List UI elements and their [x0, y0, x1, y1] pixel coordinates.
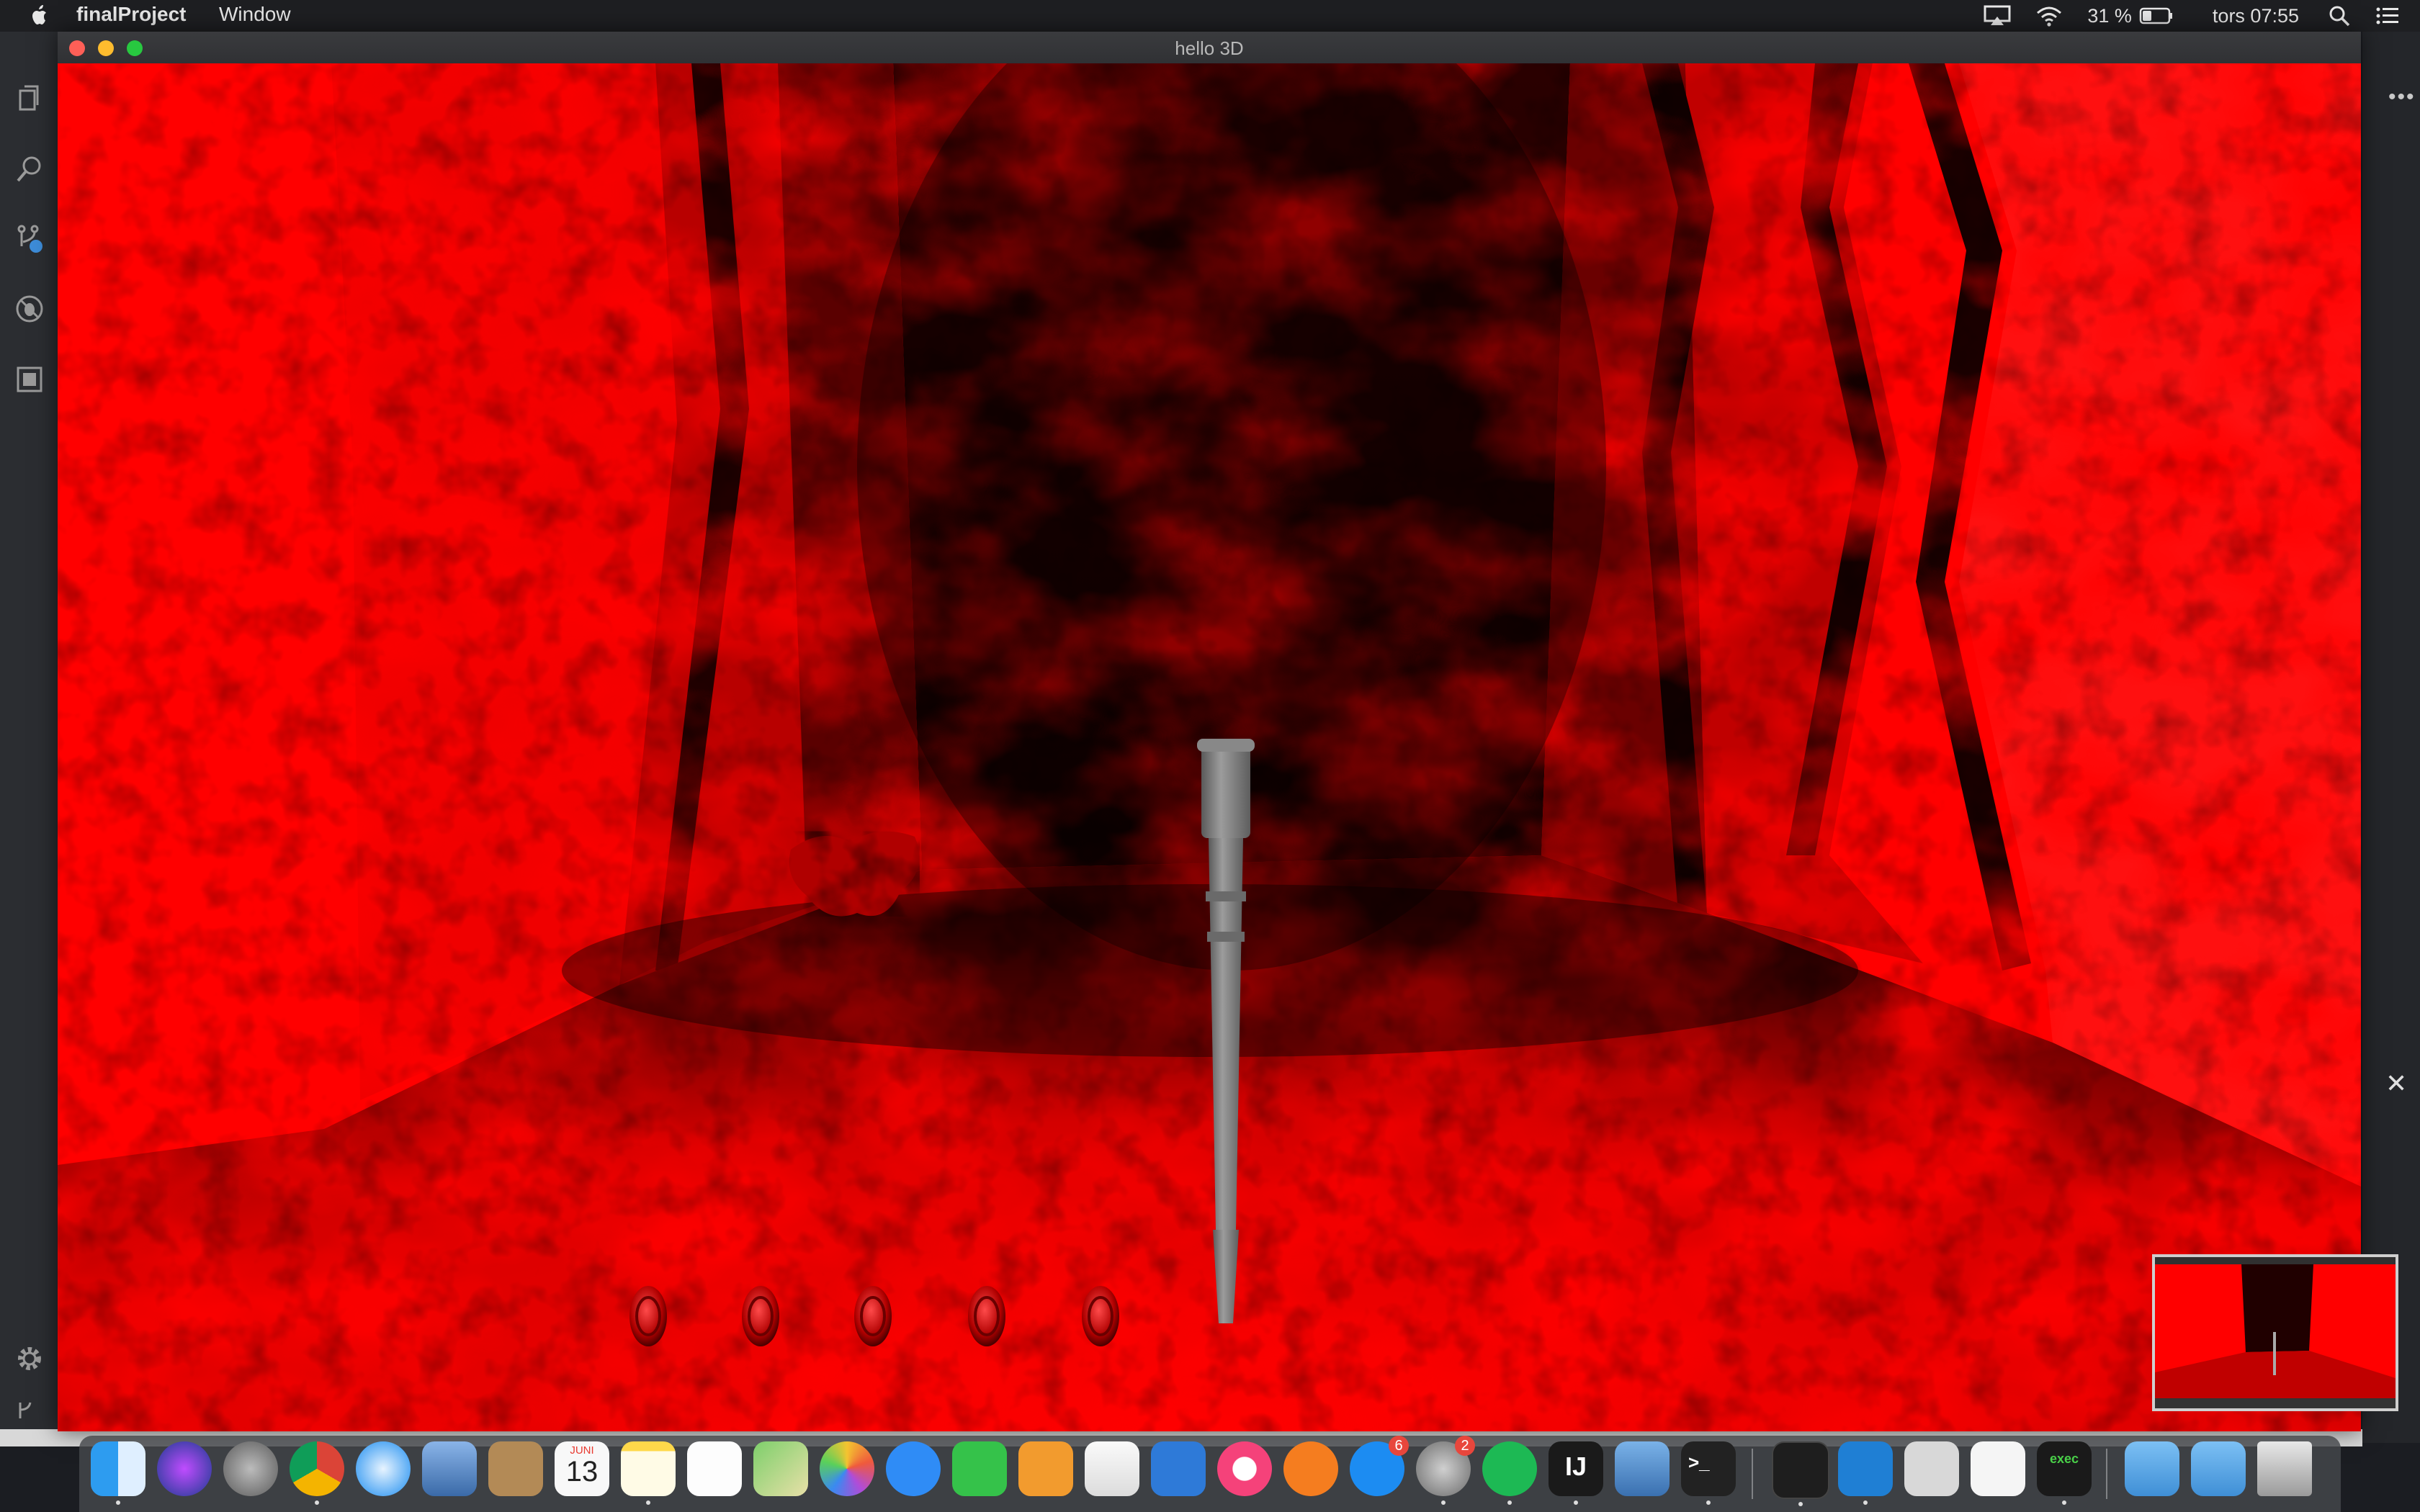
exec-icon[interactable]: exec: [2037, 1441, 2092, 1505]
window-title: hello 3D: [1175, 37, 1244, 59]
window-titlebar[interactable]: hello 3D: [58, 32, 2361, 64]
search-icon[interactable]: [14, 154, 45, 184]
exec-label: exec: [2049, 1452, 2079, 1466]
intellij-label: IJ: [1564, 1452, 1587, 1481]
activity-monitor-icon[interactable]: [1772, 1441, 1829, 1506]
dock: JUNI 13 6 2 IJ >_ exec: [79, 1436, 2341, 1512]
trash-icon[interactable]: [2257, 1441, 2312, 1496]
applications-folder-icon[interactable]: [2191, 1441, 2246, 1496]
spotify-icon[interactable]: [1482, 1441, 1537, 1505]
textedit-icon[interactable]: [1971, 1441, 2025, 1496]
editor-activity-bar: [0, 32, 58, 1443]
health-orb: [742, 1286, 779, 1346]
facetime-icon[interactable]: [952, 1441, 1007, 1496]
debug-icon[interactable]: [14, 294, 45, 324]
health-orb: [629, 1286, 667, 1346]
airplay-icon[interactable]: [1984, 5, 2011, 27]
numbers-icon[interactable]: [1085, 1441, 1139, 1496]
health-orb: [854, 1286, 892, 1346]
settings-gear-icon[interactable]: [14, 1344, 45, 1374]
game-window: hello 3D: [58, 32, 2361, 1431]
battery-icon[interactable]: [2139, 6, 2174, 25]
game-viewport[interactable]: [58, 63, 2361, 1431]
window-menu[interactable]: Window: [219, 3, 291, 26]
calculator-icon[interactable]: [1904, 1441, 1959, 1496]
wifi-icon[interactable]: [2035, 5, 2063, 27]
dock-separator: [2106, 1449, 2107, 1499]
calendar-month: JUNI: [570, 1444, 594, 1457]
reminders-icon[interactable]: [687, 1441, 742, 1496]
photos-icon[interactable]: [820, 1441, 874, 1496]
maps-icon[interactable]: [753, 1441, 808, 1496]
keynote-icon[interactable]: [1151, 1441, 1206, 1496]
explorer-icon[interactable]: [14, 84, 45, 114]
screenshot-thumbnail[interactable]: [2152, 1254, 2398, 1411]
books-icon[interactable]: [1283, 1441, 1338, 1496]
messages-icon[interactable]: [886, 1441, 941, 1496]
launchpad-icon[interactable]: [223, 1441, 278, 1496]
source-control-icon[interactable]: [14, 223, 45, 253]
more-actions-icon[interactable]: •••: [2388, 85, 2416, 109]
downloads-folder-icon[interactable]: [2125, 1441, 2179, 1496]
editor-right-panel: ••• ✕: [2362, 32, 2420, 1443]
calendar-icon[interactable]: JUNI 13: [555, 1441, 609, 1496]
preview-icon[interactable]: [1615, 1441, 1670, 1496]
pages-icon[interactable]: [1018, 1441, 1073, 1496]
system-preferences-badge: 2: [1455, 1436, 1475, 1456]
close-panel-icon[interactable]: ✕: [2385, 1068, 2407, 1099]
app-store-badge: 6: [1389, 1436, 1409, 1456]
app-store-icon[interactable]: 6: [1350, 1436, 1409, 1496]
siri-icon[interactable]: [157, 1441, 212, 1496]
finder-icon[interactable]: [91, 1441, 145, 1505]
terminal-prompt: >_: [1688, 1452, 1710, 1473]
itunes-icon[interactable]: [1217, 1441, 1272, 1496]
health-orb: [968, 1286, 1005, 1346]
dock-separator: [1752, 1449, 1753, 1499]
health-orb: [1082, 1286, 1119, 1346]
thumbnail-preview: [2155, 1257, 2396, 1408]
intellij-icon[interactable]: IJ: [1549, 1441, 1603, 1505]
spotlight-search-icon[interactable]: [2328, 4, 2351, 27]
notification-center-icon[interactable]: [2375, 6, 2400, 26]
notes-icon[interactable]: [621, 1441, 676, 1505]
branch-status-icon[interactable]: [14, 1400, 36, 1421]
extensions-icon[interactable]: [14, 364, 45, 395]
battery-percent: 31 %: [2087, 4, 2132, 27]
vscode-icon[interactable]: [1838, 1441, 1893, 1505]
menu-clock[interactable]: tors 07:55: [2213, 5, 2299, 27]
mail-icon[interactable]: [422, 1441, 477, 1496]
apple-icon[interactable]: [29, 4, 50, 27]
chrome-icon[interactable]: [290, 1441, 344, 1505]
terminal-icon[interactable]: >_: [1681, 1441, 1736, 1505]
contacts-icon[interactable]: [488, 1441, 543, 1496]
safari-icon[interactable]: [356, 1441, 411, 1496]
system-preferences-icon[interactable]: 2: [1416, 1436, 1475, 1505]
calendar-day: 13: [565, 1456, 599, 1488]
menu-bar: finalProject Window 31 % tors 07:55: [0, 0, 2420, 32]
app-name-menu[interactable]: finalProject: [76, 3, 186, 26]
